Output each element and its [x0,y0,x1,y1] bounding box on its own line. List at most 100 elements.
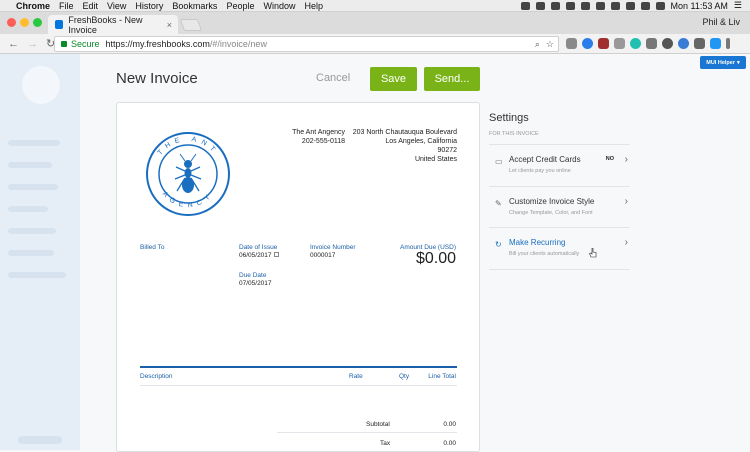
bookmark-star-icon[interactable]: ☆ [546,39,554,50]
invoice-number-value[interactable]: 0000017 [310,252,335,259]
new-tab-button[interactable] [179,19,203,31]
setting-title: Make Recurring [509,238,566,247]
address-bar-row: ← → ↻ Secure https://my.freshbooks.com /… [0,34,750,54]
subtotal-value: 0.00 [443,421,456,428]
settings-title: Settings [489,112,529,124]
notification-center-icon[interactable]: ☰ [734,0,742,11]
close-window-icon[interactable] [7,18,16,27]
url-path: /#/invoice/new [209,39,267,49]
battery-icon[interactable] [655,1,665,10]
line-item-divider [140,385,457,386]
extension-recycle-icon[interactable] [694,38,705,49]
tab-freshbooks[interactable]: FreshBooks - New Invoice × [48,14,178,35]
sidebar-item[interactable] [8,206,48,212]
freshbooks-favicon-icon [55,20,64,29]
company-info[interactable]: The Ant Angency 202-555-0118 [292,128,345,146]
url-input[interactable]: Secure https://my.freshbooks.com /#/invo… [54,36,559,52]
settings-subtitle: FOR THIS INVOICE [489,131,539,137]
extension-globe-icon[interactable] [678,38,689,49]
save-button[interactable]: Save [370,67,417,91]
totals-divider [277,432,457,433]
zoom-icon[interactable]: ⌕ [535,39,540,50]
tab-title: FreshBooks - New Invoice [68,14,143,35]
sidebar-footer[interactable] [18,436,62,444]
brush-icon: ✎ [495,199,502,208]
url-base: https://my.freshbooks.com [105,39,210,49]
credit-card-icon: ▭ [495,157,503,166]
company-name: The Ant Angency [292,129,345,136]
column-line-total: Line Total [428,373,456,380]
company-address[interactable]: 203 North Chautauqua Boulevard Los Angel… [353,128,457,164]
sidebar-item[interactable] [8,250,54,256]
menu-view[interactable]: View [107,1,126,11]
menu-history[interactable]: History [135,1,163,11]
menu-people[interactable]: People [226,1,254,11]
maximize-window-icon[interactable] [33,18,42,27]
column-qty: Qty [399,373,410,380]
bluetooth-icon[interactable] [610,1,620,10]
due-date-label: Due Date [239,272,267,279]
setting-make-recurring[interactable]: ↻ Make Recurring Bill your clients autom… [489,227,630,269]
back-icon[interactable]: ← [8,38,19,50]
extension-calendar-icon[interactable] [598,38,609,49]
menu-edit[interactable]: Edit [83,1,99,11]
extension-bulb-icon[interactable] [566,38,577,49]
menu-window[interactable]: Window [263,1,295,11]
menu-file[interactable]: File [59,1,74,11]
column-description: Description [140,373,173,380]
invoice-number-label: Invoice Number [310,244,356,251]
shield-icon[interactable] [565,1,575,10]
screen-icon[interactable] [520,1,530,10]
setting-desc: Change Template, Color, and Font [509,210,593,216]
tab-close-icon[interactable]: × [167,20,172,30]
sidebar-item[interactable] [8,184,58,190]
forward-icon[interactable]: → [27,38,38,50]
setting-accept-credit-cards[interactable]: ▭ Accept Credit Cards Let clients pay yo… [489,144,630,186]
date-of-issue-label: Date of Issue [239,244,278,251]
extensions-bar [566,38,730,49]
dropbox-icon[interactable] [535,1,545,10]
setting-desc: Let clients pay you online [509,168,571,174]
send-button[interactable]: Send... [424,67,480,91]
minimize-window-icon[interactable] [20,18,29,27]
search-tray-icon[interactable] [580,1,590,10]
settings-divider [489,269,630,270]
cancel-button[interactable]: Cancel [316,72,350,84]
app-sidebar [0,54,80,450]
chrome-menu-icon[interactable] [726,38,730,49]
sidebar-item[interactable] [8,140,60,146]
extension-info-icon[interactable] [662,38,673,49]
menu-bookmarks[interactable]: Bookmarks [172,1,217,11]
menu-help[interactable]: Help [304,1,323,11]
status-badge: NO [605,156,614,162]
date-of-issue-field[interactable]: 06/05/2017 [239,252,279,259]
invoice-card: THE ANT AGENCY The Ant Angency 202-555-0… [116,102,480,452]
chevron-right-icon: › [624,196,628,207]
avatar[interactable] [22,66,60,104]
sidebar-item[interactable] [8,272,66,278]
amount-due-value: $0.00 [415,250,456,267]
extension-v-icon[interactable] [710,38,721,49]
volume-icon[interactable] [640,1,650,10]
chevron-down-icon: ▾ [736,59,740,66]
extension-teal-icon[interactable] [630,38,641,49]
extension-blue-icon[interactable] [582,38,593,49]
wifi-icon[interactable] [625,1,635,10]
extension-clock-icon[interactable] [646,38,657,49]
extension-camera-icon[interactable] [614,38,625,49]
ant-agency-logo[interactable]: THE ANT AGENCY [145,131,231,217]
due-date-value[interactable]: 07/05/2017 [239,280,272,287]
calendar-icon[interactable] [273,252,279,257]
billed-to-label[interactable]: Billed To [140,244,164,251]
sidebar-item[interactable] [8,228,56,234]
setting-customize-invoice-style[interactable]: ✎ Customize Invoice Style Change Templat… [489,186,630,228]
clock[interactable]: Mon 11:53 AM [671,1,728,11]
sidebar-item[interactable] [8,162,52,168]
evernote-icon[interactable] [550,1,560,10]
mui-helper-button[interactable]: MUI Helper ▾ [700,56,746,69]
chevron-right-icon: › [624,154,628,165]
hand-cursor-icon [589,248,597,258]
message-icon[interactable] [595,1,605,10]
menu-app-name[interactable]: Chrome [16,1,50,11]
profile-name[interactable]: Phil & Liv [702,17,740,27]
